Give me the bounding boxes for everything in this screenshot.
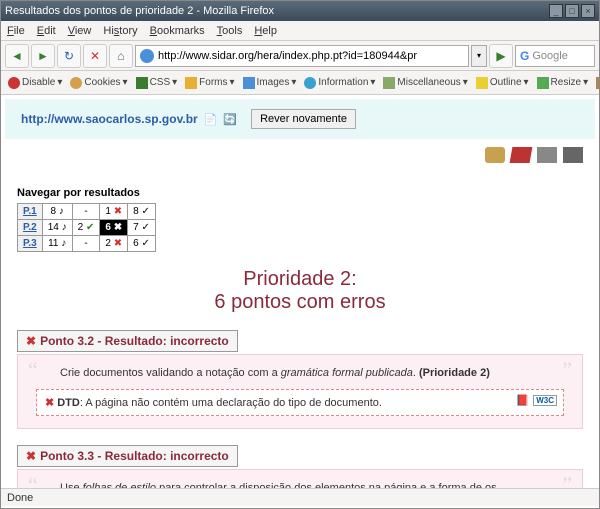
reload-site-icon[interactable]: 🔄	[223, 113, 237, 126]
title-line2: 6 pontos com erros	[1, 291, 599, 314]
nav-results: Navegar por resultados P.1 8 ♪ - 1 ✖ 8 ✓…	[17, 187, 599, 252]
dev-cookies[interactable]: Cookies▾	[67, 77, 130, 89]
dev-information[interactable]: Information▾	[301, 77, 378, 89]
dev-css[interactable]: CSS▾	[133, 77, 181, 89]
point-body: “ ” Use folhas de estilo para controlar …	[17, 469, 583, 488]
x-icon: ✖	[26, 334, 36, 348]
dev-miscellaneous[interactable]: Miscellaneous▾	[380, 77, 470, 89]
globe-icon	[140, 49, 154, 63]
title-line1: Prioridade 2:	[1, 268, 599, 291]
table-row: P.1 8 ♪ - 1 ✖ 8 ✓	[18, 204, 156, 220]
dev-tools[interactable]: Tools	[593, 77, 599, 89]
quote-close-icon: ”	[562, 472, 572, 488]
dev-forms[interactable]: Forms▾	[182, 77, 237, 89]
row-p3[interactable]: P.3	[18, 236, 43, 252]
point-body: “ ” Crie documentos validando a notação …	[17, 354, 583, 429]
go-button[interactable]: ▶	[489, 44, 513, 68]
menu-edit[interactable]: Edit	[37, 25, 56, 37]
close-icon[interactable]: ×	[581, 4, 595, 18]
page-content: http://www.saocarlos.sp.gov.br 📄 🔄 Rever…	[1, 95, 599, 488]
point-header: ✖Ponto 3.3 - Resultado: incorrecto	[17, 445, 238, 467]
maximize-icon[interactable]: □	[565, 4, 579, 18]
nav-results-title: Navegar por resultados	[17, 187, 599, 199]
search-placeholder: Google	[532, 50, 567, 62]
webdev-toolbar: Disable▾ Cookies▾ CSS▾ Forms▾ Images▾ In…	[1, 71, 599, 95]
guideline-text: Use folhas de estilo para controlar a di…	[60, 482, 540, 488]
dev-outline[interactable]: Outline▾	[473, 77, 532, 89]
url-bar[interactable]: http://www.sidar.org/hera/index.php.pt?i…	[135, 45, 469, 67]
google-icon: G	[520, 49, 529, 63]
point-3-2: ✖Ponto 3.2 - Resultado: incorrecto “ ” C…	[17, 330, 583, 429]
search-box[interactable]: G Google	[515, 45, 595, 67]
menu-history[interactable]: History	[103, 25, 137, 37]
guideline-text: Crie documentos validando a notação com …	[60, 367, 540, 379]
back-button[interactable]: ◄	[5, 44, 29, 68]
url-text: http://www.sidar.org/hera/index.php.pt?i…	[158, 50, 417, 62]
point-3-3: ✖Ponto 3.3 - Resultado: incorrecto “ ” U…	[17, 445, 583, 488]
printer-icon[interactable]	[563, 147, 583, 163]
point-header: ✖Ponto 3.2 - Resultado: incorrecto	[17, 330, 238, 352]
table-row: P.2 14 ♪ 2 ✔ 6 ✖ 7 ✓	[18, 220, 156, 236]
statusbar: Done	[1, 488, 599, 506]
page-header: http://www.saocarlos.sp.gov.br 📄 🔄 Rever…	[5, 99, 595, 139]
menu-help[interactable]: Help	[254, 25, 277, 37]
window-titlebar: Resultados dos pontos de prioridade 2 - …	[1, 1, 599, 21]
home-button[interactable]: ⌂	[109, 44, 133, 68]
forward-button[interactable]: ►	[31, 44, 55, 68]
menu-tools[interactable]: Tools	[217, 25, 243, 37]
x-icon: ✖	[45, 397, 54, 409]
toolbar-icons	[485, 147, 583, 163]
w3c-icon[interactable]: W3C	[533, 395, 557, 406]
nav-toolbar: ◄ ► ↻ ✕ ⌂ http://www.sidar.org/hera/inde…	[1, 41, 599, 71]
row-p1[interactable]: P.1	[18, 204, 43, 220]
stop-button[interactable]: ✕	[83, 44, 107, 68]
row-p2[interactable]: P.2	[18, 220, 43, 236]
x-icon: ✖	[26, 449, 36, 463]
book-icon[interactable]	[510, 147, 533, 163]
status-text: Done	[7, 492, 33, 504]
brush-icon[interactable]	[537, 147, 557, 163]
table-row: P.3 11 ♪ - 2 ✖ 6 ✓	[18, 236, 156, 252]
quote-close-icon: ”	[562, 357, 572, 383]
menubar: FFileile Edit View History Bookmarks Too…	[1, 21, 599, 41]
menu-bookmarks[interactable]: Bookmarks	[150, 25, 205, 37]
detail-box: ✖DTD: A página não contém uma declaração…	[36, 389, 564, 416]
url-dropdown[interactable]: ▾	[471, 45, 487, 67]
rever-button[interactable]: Rever novamente	[251, 109, 356, 129]
minimize-icon[interactable]: _	[549, 4, 563, 18]
pdf-icon[interactable]: 📕	[516, 394, 530, 407]
dev-images[interactable]: Images▾	[240, 77, 300, 89]
dev-resize[interactable]: Resize▾	[534, 77, 592, 89]
window-title: Resultados dos pontos de prioridade 2 - …	[5, 5, 274, 17]
dev-disable[interactable]: Disable▾	[5, 77, 65, 89]
main-title: Prioridade 2: 6 pontos com erros	[1, 268, 599, 314]
results-table: P.1 8 ♪ - 1 ✖ 8 ✓ P.2 14 ♪ 2 ✔ 6 ✖ 7 ✓ P…	[17, 203, 156, 252]
quote-open-icon: “	[28, 472, 38, 488]
doc-icon: 📄	[204, 113, 218, 126]
menu-view[interactable]: View	[68, 25, 92, 37]
owl-icon[interactable]	[485, 147, 505, 163]
menu-file[interactable]: FFileile	[7, 25, 25, 37]
quote-open-icon: “	[28, 357, 38, 383]
reload-button[interactable]: ↻	[57, 44, 81, 68]
site-link[interactable]: http://www.saocarlos.sp.gov.br	[21, 112, 198, 126]
